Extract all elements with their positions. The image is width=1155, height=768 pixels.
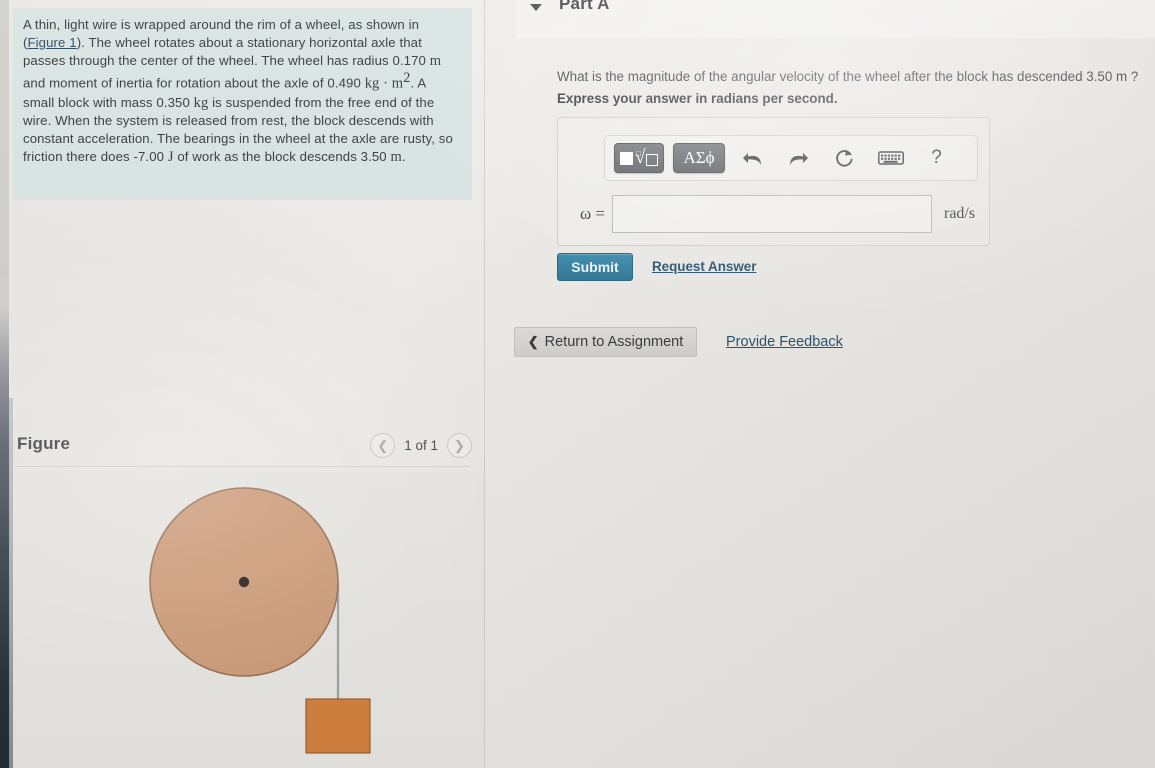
part-title: Part A — [559, 0, 610, 13]
nth-root-icon: □ √ — [635, 148, 659, 167]
question-text: What is the magnitude of the angular vel… — [557, 69, 1139, 84]
redo-arrow-icon[interactable] — [781, 143, 817, 173]
figure-header: Figure ❮ 1 of 1 ❯ — [13, 430, 472, 472]
device-bezel-shadow — [9, 398, 13, 768]
keyboard-icon[interactable] — [873, 143, 909, 173]
math-toolbar: □ √ ΑΣϕ ? — [604, 135, 978, 181]
answer-unit-label: rad/s — [944, 205, 976, 222]
part-header-band — [516, 0, 1155, 38]
reset-circular-arrow-icon[interactable] — [827, 143, 863, 173]
figure-1-link[interactable]: Figure 1 — [28, 35, 77, 50]
undo-arrow-icon[interactable] — [735, 143, 771, 173]
provide-feedback-link[interactable]: Provide Feedback — [726, 334, 843, 350]
greek-symbols-button[interactable]: ΑΣϕ — [673, 143, 725, 173]
problem-statement-text: A thin, light wire is wrapped around the… — [23, 16, 460, 167]
screenshot-root: A thin, light wire is wrapped around the… — [0, 0, 1155, 768]
radius-unit: m — [429, 52, 442, 69]
caret-down-icon[interactable] — [530, 4, 542, 11]
radius-value: 0.170 — [392, 52, 426, 68]
device-bezel-left — [0, 0, 9, 768]
problem-text-seg5: of work as the block descends — [173, 148, 361, 164]
return-to-assignment-button[interactable]: ❮ Return to Assignment — [514, 327, 697, 357]
figure-prev-button[interactable]: ❮ — [370, 433, 396, 458]
problem-text-seg1: ). The wheel rotates about a stationary … — [23, 34, 422, 68]
answer-row: ω = rad/s — [568, 194, 983, 234]
figure-next-button[interactable]: ❯ — [447, 433, 472, 458]
instruction-text: Express your answer in radians per secon… — [557, 91, 838, 106]
mass-value: 0.350 — [156, 94, 190, 110]
math-template-button[interactable]: □ √ — [614, 143, 665, 173]
inertia-unit: kg · m — [364, 75, 404, 92]
chevron-left-icon: ❮ — [527, 334, 539, 349]
return-to-assignment-label: Return to Assignment — [544, 334, 684, 350]
axle-dot — [238, 576, 250, 588]
problem-text-seg6: . — [401, 148, 406, 164]
inertia-value: 0.490 — [327, 75, 361, 91]
panel-divider — [484, 0, 485, 768]
figure-pager: ❮ 1 of 1 ❯ — [370, 433, 472, 458]
answer-input[interactable] — [612, 195, 932, 233]
inertia-exponent: 2 — [403, 70, 411, 87]
chevron-right-icon: ❯ — [454, 437, 465, 453]
request-answer-link[interactable]: Request Answer — [652, 259, 756, 274]
right-panel: Part A What is the magnitude of the angu… — [485, 0, 1155, 768]
mass-unit: kg — [193, 94, 209, 111]
descent-value: 3.50 — [360, 148, 387, 164]
figure-pager-label: 1 of 1 — [404, 438, 438, 453]
figure-title: Figure — [17, 434, 71, 453]
problem-statement-box: A thin, light wire is wrapped around the… — [13, 8, 472, 200]
left-panel: A thin, light wire is wrapped around the… — [13, 0, 484, 768]
figure-diagram — [13, 472, 484, 768]
square-placeholder-icon — [620, 151, 633, 165]
hanging-block — [305, 698, 371, 754]
answer-entry-panel: □ √ ΑΣϕ ? ω = rad/s — [557, 117, 990, 246]
submit-button[interactable]: Submit — [557, 253, 633, 281]
question-mark-icon[interactable]: ? — [919, 143, 955, 173]
friction-value: -7.00 — [133, 148, 165, 164]
problem-text-seg2: and moment of inertia for rotation about… — [23, 75, 328, 91]
descent-unit: m — [390, 148, 402, 165]
figure-header-divider — [15, 466, 470, 467]
chevron-left-icon: ❮ — [377, 437, 389, 453]
wheel-and-block-svg — [149, 487, 371, 754]
omega-variable-label: ω = — [579, 204, 605, 223]
